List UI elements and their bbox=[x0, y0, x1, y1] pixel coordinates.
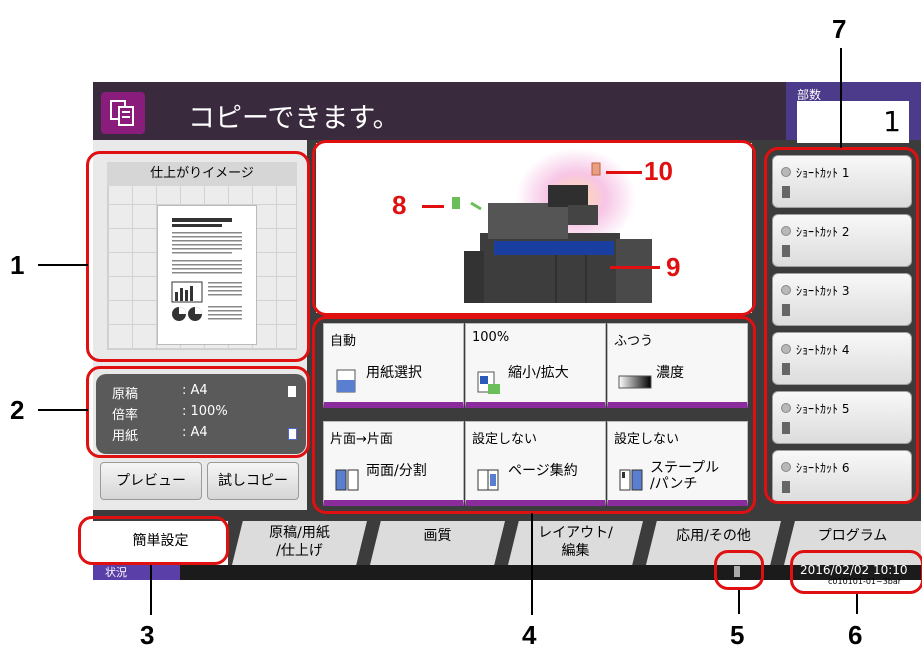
shortcut-3-button[interactable]: ｼｮｰﾄｶｯﾄ 3 bbox=[772, 273, 912, 326]
shortcut-2-button[interactable]: ｼｮｰﾄｶｯﾄ 2 bbox=[772, 214, 912, 267]
status-label: 用紙 bbox=[112, 429, 139, 444]
function-label: ページ集約 bbox=[508, 463, 578, 479]
callout-line-5 bbox=[738, 590, 740, 614]
callout-line-2 bbox=[38, 409, 88, 411]
status-label: 原稿 bbox=[112, 387, 139, 402]
callout-2: 2 bbox=[10, 395, 25, 425]
status-value: : A4 bbox=[182, 425, 208, 440]
tab-program[interactable]: プログラム bbox=[784, 521, 921, 565]
page-title: コピーできます。 bbox=[188, 103, 400, 134]
finish-image-title: 仕上がりイメージ bbox=[107, 162, 297, 186]
paper-select-icon bbox=[334, 366, 360, 396]
status-label: 倍率 bbox=[112, 408, 139, 423]
preview-button[interactable]: プレビュー bbox=[100, 462, 202, 500]
shortcut-label: ｼｮｰﾄｶｯﾄ 3 bbox=[796, 284, 850, 298]
callout-8: 8 bbox=[392, 190, 407, 220]
function-label: 縮小/拡大 bbox=[508, 365, 569, 381]
shortcut-indicator-icon bbox=[781, 344, 791, 354]
status-value: : A4 bbox=[182, 383, 208, 398]
function-value: 100% bbox=[472, 330, 510, 345]
callout-9: 9 bbox=[666, 252, 681, 282]
tab-image-quality[interactable]: 画質 bbox=[370, 521, 505, 565]
shortcut-doc-icon bbox=[782, 481, 790, 493]
callout-4: 4 bbox=[522, 620, 537, 650]
shortcut-indicator-icon bbox=[781, 462, 791, 472]
shortcut-indicator-icon bbox=[781, 167, 791, 177]
shortcut-doc-icon bbox=[782, 245, 790, 257]
callout-line-4 bbox=[531, 513, 533, 615]
status-tab[interactable]: 状況 bbox=[93, 565, 180, 580]
shortcut-doc-icon bbox=[782, 186, 790, 198]
function-label: 両面/分割 bbox=[366, 463, 427, 479]
page-orientation-icon bbox=[288, 386, 296, 397]
callout-line-9 bbox=[610, 266, 660, 269]
shortcut-label: ｼｮｰﾄｶｯﾄ 4 bbox=[796, 343, 850, 357]
date-time: 2016/02/02 10:10 bbox=[800, 563, 908, 577]
combine-icon bbox=[476, 464, 502, 494]
function-label: 用紙選択 bbox=[366, 365, 422, 381]
callout-6: 6 bbox=[848, 620, 863, 650]
machine-image-area bbox=[316, 143, 752, 313]
memory-indicator-icon bbox=[734, 566, 740, 577]
callout-line-7 bbox=[840, 48, 842, 148]
trial-copy-button[interactable]: 試しコピー bbox=[207, 462, 299, 500]
shortcut-4-button[interactable]: ｼｮｰﾄｶｯﾄ 4 bbox=[772, 332, 912, 385]
shortcut-1-button[interactable]: ｼｮｰﾄｶｯﾄ 1 bbox=[772, 155, 912, 208]
preview-page-thumbnail bbox=[157, 205, 257, 345]
callout-10: 10 bbox=[644, 156, 673, 186]
staple-punch-button[interactable]: 設定しない ステープル /パンチ bbox=[607, 421, 748, 506]
callout-line-6 bbox=[856, 594, 858, 614]
paper-icon bbox=[288, 428, 297, 440]
copy-app-icon bbox=[101, 92, 145, 134]
status-value: : 100% bbox=[182, 404, 228, 419]
shortcut-indicator-icon bbox=[781, 403, 791, 413]
zoom-button[interactable]: 100% 縮小/拡大 bbox=[465, 323, 606, 408]
shortcut-label: ｼｮｰﾄｶｯﾄ 1 bbox=[796, 166, 850, 180]
shortcut-label: ｼｮｰﾄｶｯﾄ 6 bbox=[796, 461, 850, 475]
tab-quick-setup[interactable]: 簡単設定 bbox=[93, 521, 228, 565]
density-button[interactable]: ふつう 濃度 bbox=[607, 323, 748, 408]
figure-code: c010101-01~3bar bbox=[828, 577, 902, 586]
callout-3: 3 bbox=[140, 620, 155, 650]
shortcut-6-button[interactable]: ｼｮｰﾄｶｯﾄ 6 bbox=[772, 450, 912, 503]
copies-input[interactable]: 1 bbox=[797, 101, 909, 143]
shortcut-5-button[interactable]: ｼｮｰﾄｶｯﾄ 5 bbox=[772, 391, 912, 444]
callout-line-1 bbox=[38, 264, 88, 266]
tab-advanced-other[interactable]: 応用/その他 bbox=[646, 521, 781, 565]
paper-select-button[interactable]: 自動 用紙選択 bbox=[323, 323, 464, 408]
callout-5: 5 bbox=[730, 620, 745, 650]
duplex-button[interactable]: 片面→片面 両面/分割 bbox=[323, 421, 464, 506]
shortcut-indicator-icon bbox=[781, 285, 791, 295]
tab-original-paper-finishing[interactable]: 原稿/用紙 /仕上げ bbox=[232, 521, 367, 565]
staple-punch-icon bbox=[618, 464, 644, 494]
shortcut-label: ｼｮｰﾄｶｯﾄ 5 bbox=[796, 402, 850, 416]
duplex-icon bbox=[334, 464, 360, 494]
shortcut-indicator-icon bbox=[781, 226, 791, 236]
function-value: 片面→片面 bbox=[330, 432, 393, 447]
callout-line-8 bbox=[422, 205, 444, 208]
callout-7: 7 bbox=[832, 14, 847, 44]
function-label: 濃度 bbox=[656, 365, 684, 381]
density-icon bbox=[618, 374, 652, 404]
function-value: ふつう bbox=[614, 334, 654, 349]
shortcut-label: ｼｮｰﾄｶｯﾄ 2 bbox=[796, 225, 850, 239]
status-bar bbox=[93, 565, 921, 580]
shortcut-doc-icon bbox=[782, 304, 790, 316]
callout-line-10 bbox=[606, 171, 642, 174]
combine-button[interactable]: 設定しない ページ集約 bbox=[465, 421, 606, 506]
function-value: 設定しない bbox=[472, 432, 538, 447]
shortcut-doc-icon bbox=[782, 422, 790, 434]
shortcut-doc-icon bbox=[782, 363, 790, 375]
zoom-icon bbox=[476, 366, 502, 396]
callout-line-3 bbox=[150, 565, 152, 615]
function-value: 設定しない bbox=[614, 432, 680, 447]
callout-1: 1 bbox=[10, 250, 25, 280]
tab-layout-edit[interactable]: レイアウト/ 編集 bbox=[508, 521, 643, 565]
function-label: ステープル /パンチ bbox=[650, 460, 720, 492]
function-value: 自動 bbox=[330, 334, 357, 349]
